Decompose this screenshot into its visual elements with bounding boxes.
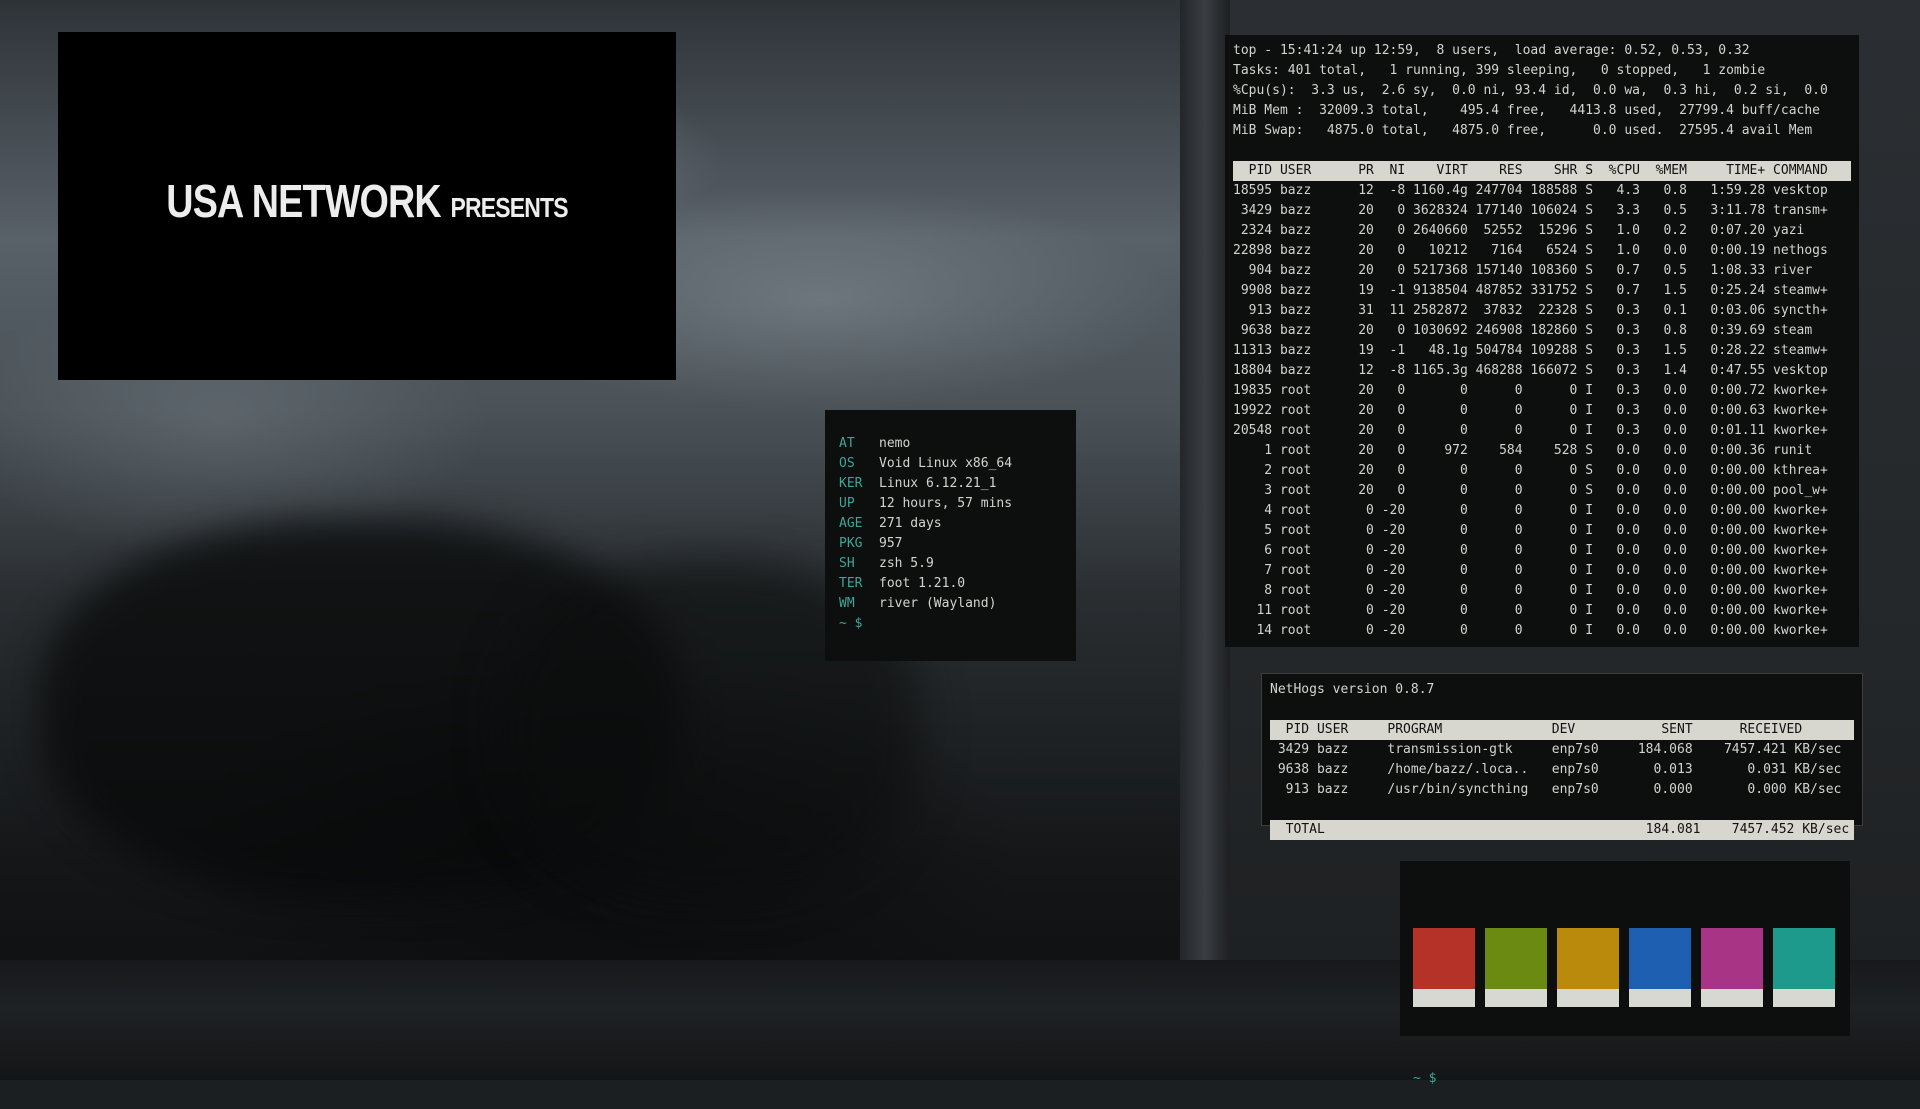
top-summary-line: %Cpu(s): 3.3 us, 2.6 sy, 0.0 ni, 93.4 id… <box>1233 83 1828 98</box>
top-process-row: 9638 bazz 20 0 1030692 246908 182860 S 0… <box>1233 323 1813 338</box>
fetch-value: Linux 6.12.21_1 <box>879 476 997 491</box>
top-terminal[interactable]: top - 15:41:24 up 12:59, 8 users, load a… <box>1225 35 1859 647</box>
fetch-key: PKG <box>839 536 863 551</box>
fetch-row: UP 12 hours, 57 mins <box>839 494 1076 514</box>
color-swatch <box>1485 928 1547 1007</box>
top-process-row: 6 root 0 -20 0 0 0 I 0.0 0.0 0:00.00 kwo… <box>1233 543 1828 558</box>
fetch-key: KER <box>839 476 863 491</box>
top-process-row: 4 root 0 -20 0 0 0 I 0.0 0.0 0:00.00 kwo… <box>1233 503 1828 518</box>
color-swatch-normal <box>1485 928 1547 989</box>
color-swatch <box>1773 928 1835 1007</box>
fetch-row: KER Linux 6.12.21_1 <box>839 474 1076 494</box>
color-swatch-normal <box>1773 928 1835 989</box>
nethogs-column-header: PID USER PROGRAM DEV SENT RECEIVED <box>1270 720 1854 740</box>
top-process-row: 11313 bazz 19 -1 48.1g 504784 109288 S 0… <box>1233 343 1828 358</box>
top-process-row: 7 root 0 -20 0 0 0 I 0.0 0.0 0:00.00 kwo… <box>1233 563 1828 578</box>
fetch-value: foot 1.21.0 <box>879 576 966 591</box>
fetch-key: AT <box>839 436 855 451</box>
color-swatch-bright <box>1701 989 1763 1007</box>
fetch-key: UP <box>839 496 855 511</box>
color-swatch-bright <box>1413 989 1475 1007</box>
top-process-row: 5 root 0 -20 0 0 0 I 0.0 0.0 0:00.00 kwo… <box>1233 523 1828 538</box>
top-process-table: 18595 bazz 12 -8 1160.4g 247704 188588 S… <box>1233 181 1851 641</box>
fetch-row: AGE 271 days <box>839 514 1076 534</box>
top-process-row: 11 root 0 -20 0 0 0 I 0.0 0.0 0:00.00 kw… <box>1233 603 1828 618</box>
video-player-window[interactable]: USA NETWORK PRESENTS <box>58 32 676 380</box>
top-process-row: 9908 bazz 19 -1 9138504 487852 331752 S … <box>1233 283 1828 298</box>
fetch-value: 957 <box>879 536 903 551</box>
color-swatch <box>1413 928 1475 1007</box>
color-swatch <box>1557 928 1619 1007</box>
top-process-row: 22898 bazz 20 0 10212 7164 6524 S 1.0 0.… <box>1233 243 1828 258</box>
fetch-value: zsh 5.9 <box>879 556 934 571</box>
nethogs-total-row: TOTAL 184.081 7457.452 KB/sec <box>1270 820 1854 840</box>
fetch-value: 271 days <box>879 516 942 531</box>
fetch-row: AT nemo <box>839 434 1076 454</box>
fetch-row: TER foot 1.21.0 <box>839 574 1076 594</box>
fetch-key: OS <box>839 456 855 471</box>
nethogs-process-row: 9638 bazz /home/bazz/.loca.. enp7s0 0.01… <box>1270 762 1842 777</box>
top-process-row: 20548 root 20 0 0 0 0 I 0.3 0.0 0:01.11 … <box>1233 423 1828 438</box>
fetch-key: SH <box>839 556 855 571</box>
top-process-row: 3 root 20 0 0 0 0 S 0.0 0.0 0:00.00 pool… <box>1233 483 1828 498</box>
top-column-header: PID USER PR NI VIRT RES SHR S %CPU %MEM … <box>1233 161 1851 181</box>
nethogs-process-table: 3429 bazz transmission-gtk enp7s0 184.06… <box>1270 740 1854 800</box>
top-process-row: 18804 bazz 12 -8 1165.3g 468288 166072 S… <box>1233 363 1828 378</box>
top-process-row: 913 bazz 31 11 2582872 37832 22328 S 0.3… <box>1233 303 1828 318</box>
color-palette-terminal[interactable]: ~ $ <box>1400 861 1850 1086</box>
color-swatch-normal <box>1557 928 1619 989</box>
top-summary: top - 15:41:24 up 12:59, 8 users, load a… <box>1233 41 1851 141</box>
color-swatch <box>1701 928 1763 1007</box>
fetch-value: nemo <box>879 436 911 451</box>
fetch-key: WM <box>839 596 855 611</box>
fetch-prompt[interactable]: ~ $ <box>839 616 862 631</box>
top-process-row: 19922 root 20 0 0 0 0 I 0.3 0.0 0:00.63 … <box>1233 403 1828 418</box>
color-swatch-normal <box>1629 928 1691 989</box>
color-swatch-normal <box>1701 928 1763 989</box>
fetch-value: Void Linux x86_64 <box>879 456 1013 471</box>
color-swatch <box>1629 928 1691 1007</box>
top-summary-line: MiB Mem : 32009.3 total, 495.4 free, 441… <box>1233 103 1820 118</box>
top-process-row: 8 root 0 -20 0 0 0 I 0.0 0.0 0:00.00 kwo… <box>1233 583 1828 598</box>
color-swatch-bright <box>1557 989 1619 1007</box>
fetch-key: TER <box>839 576 863 591</box>
top-summary-line: MiB Swap: 4875.0 total, 4875.0 free, 0.0… <box>1233 123 1813 138</box>
fetch-row: PKG 957 <box>839 534 1076 554</box>
nethogs-title: NetHogs version 0.8.7 <box>1270 682 1435 697</box>
fetch-value: river (Wayland) <box>879 596 997 611</box>
fetch-key: AGE <box>839 516 863 531</box>
video-title: USA NETWORK <box>166 175 441 227</box>
top-process-row: 18595 bazz 12 -8 1160.4g 247704 188588 S… <box>1233 183 1828 198</box>
top-process-row: 14 root 0 -20 0 0 0 I 0.0 0.0 0:00.00 kw… <box>1233 623 1828 638</box>
fetch-value: 12 hours, 57 mins <box>879 496 1013 511</box>
top-process-row: 3429 bazz 20 0 3628324 177140 106024 S 3… <box>1233 203 1828 218</box>
palette-prompt[interactable]: ~ $ <box>1413 1071 1436 1086</box>
nethogs-terminal[interactable]: NetHogs version 0.8.7 PID USER PROGRAM D… <box>1261 673 1863 840</box>
color-swatch-bright <box>1485 989 1547 1007</box>
top-process-row: 19835 root 20 0 0 0 0 I 0.3 0.0 0:00.72 … <box>1233 383 1828 398</box>
color-swatch-bright <box>1773 989 1835 1007</box>
fetch-terminal[interactable]: AT nemo OS Void Linux x86_64 KER Linux 6.12.2… <box>825 410 1076 661</box>
top-process-row: 2 root 20 0 0 0 0 S 0.0 0.0 0:00.00 kthr… <box>1233 463 1828 478</box>
top-process-row: 904 bazz 20 0 5217368 157140 108360 S 0.… <box>1233 263 1813 278</box>
color-swatch-normal <box>1413 928 1475 989</box>
top-process-row: 2324 bazz 20 0 2640660 52552 15296 S 1.0… <box>1233 223 1805 238</box>
top-summary-line: Tasks: 401 total, 1 running, 399 sleepin… <box>1233 63 1766 78</box>
nethogs-process-row: 913 bazz /usr/bin/syncthing enp7s0 0.000… <box>1270 782 1842 797</box>
fetch-row: SH zsh 5.9 <box>839 554 1076 574</box>
wallpaper-window-frame <box>1180 0 1230 1000</box>
top-process-row: 1 root 20 0 972 584 528 S 0.0 0.0 0:00.3… <box>1233 443 1813 458</box>
color-swatch-bright <box>1629 989 1691 1007</box>
top-summary-line: top - 15:41:24 up 12:59, 8 users, load a… <box>1233 43 1750 58</box>
fetch-info: AT nemo OS Void Linux x86_64 KER Linux 6.12.2… <box>839 434 1076 614</box>
nethogs-process-row: 3429 bazz transmission-gtk enp7s0 184.06… <box>1270 742 1842 757</box>
color-swatches <box>1413 928 1837 1007</box>
fetch-row: WM river (Wayland) <box>839 594 1076 614</box>
fetch-row: OS Void Linux x86_64 <box>839 454 1076 474</box>
video-subtitle: PRESENTS <box>450 192 569 223</box>
video-title-card: USA NETWORK PRESENTS <box>114 174 621 228</box>
